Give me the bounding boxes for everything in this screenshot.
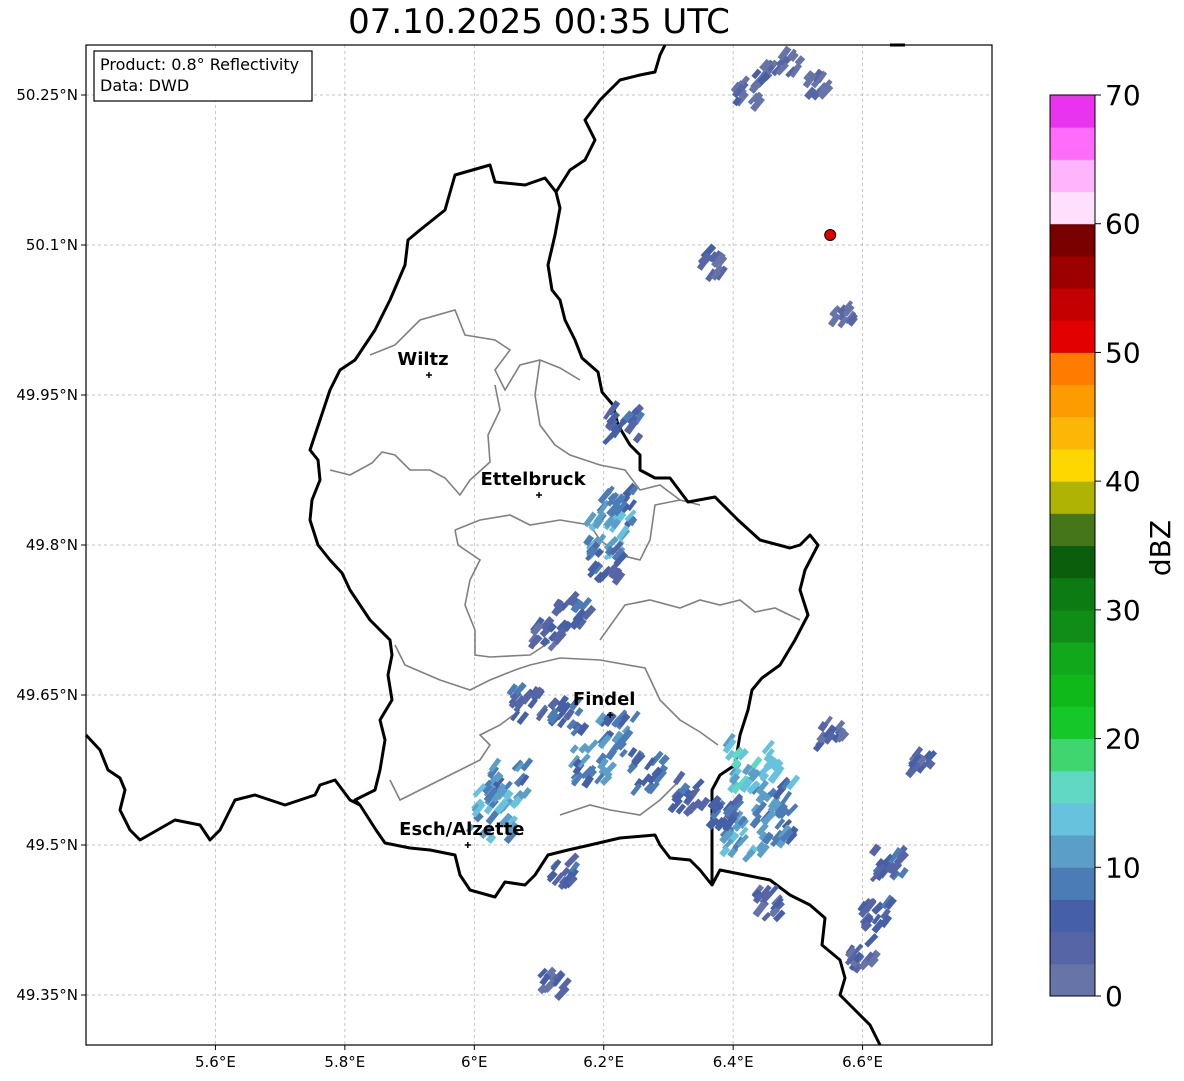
lon-tick-label: 6.4°E [713,1053,754,1071]
colorbar-swatch [1050,159,1095,193]
lat-tick-label: 49.5°N [26,836,78,854]
colorbar-tick-label: 60 [1105,208,1141,241]
city-label: Findel [573,689,636,710]
colorbar-swatch [1050,384,1095,418]
colorbar-swatch [1050,738,1095,772]
colorbar-swatch [1050,481,1095,514]
info-box: Product: 0.8° Reflectivity Data: DWD [93,50,313,102]
lon-tick-label: 6.6°E [842,1053,883,1071]
colorbar-tick-label: 30 [1105,594,1141,627]
colorbar-swatch [1050,448,1095,482]
colorbar-tick-label: 50 [1105,336,1141,369]
colorbar-swatch [1050,770,1095,804]
colorbar-tick-label: 20 [1105,723,1141,756]
colorbar-swatch [1050,513,1095,546]
lon-tick-label: 5.6°E [195,1053,236,1071]
lon-tick-label: 5.8°E [324,1053,365,1071]
colorbar-ticks: 0 10 20 30 40 50 60 70 [1095,79,1141,1013]
colorbar-swatch [1050,127,1095,160]
city-label: Esch/Alzette [399,819,524,840]
city-label: Wiltz [397,349,448,370]
lat-tick-label: 49.8°N [26,536,78,554]
colorbar-swatch [1050,899,1095,933]
radar-map-figure: WiltzEttelbruckFindelEsch/Alzette 5.6°E 5… [16,43,1177,1071]
lat-tick-label: 49.65°N [16,686,78,704]
info-product: Product: 0.8° Reflectivity [100,55,299,74]
colorbar-swatch [1050,288,1095,321]
colorbar-swatch [1050,674,1095,707]
colorbar-swatch [1050,609,1095,643]
lon-tick-label: 6°E [461,1053,488,1071]
colorbar-swatch [1050,95,1095,128]
colorbar-swatches [1050,95,1095,997]
colorbar-swatch [1050,416,1095,450]
colorbar-swatch [1050,577,1095,611]
colorbar-swatch [1050,963,1095,997]
colorbar-swatch [1050,706,1095,740]
colorbar-tick-label: 10 [1105,851,1141,884]
radar-site-marker [824,229,837,241]
colorbar-label: dBZ [1144,520,1177,576]
colorbar-tick-label: 0 [1105,980,1123,1013]
lat-tick-label: 50.1°N [26,236,78,254]
colorbar-tick-label: 70 [1105,79,1141,112]
colorbar: 0 10 20 30 40 50 60 70 dBZ [1049,79,1177,1013]
colorbar-swatch [1050,835,1095,868]
colorbar-swatch [1050,802,1095,836]
lat-tick-label: 49.95°N [16,386,78,404]
colorbar-tick-label: 40 [1105,465,1141,498]
lon-tick-label: 6.2°E [583,1053,624,1071]
colorbar-swatch [1050,223,1095,257]
colorbar-swatch [1050,867,1095,900]
lat-tick-label: 49.35°N [16,986,78,1004]
lat-tick-label: 50.25°N [16,86,78,104]
colorbar-swatch [1050,191,1095,225]
latitude-axis: 49.35°N 49.5°N 49.65°N 49.8°N 49.95°N 50.1°N 5… [16,86,86,1004]
colorbar-swatch [1050,931,1095,965]
colorbar-swatch [1050,642,1095,675]
city-label: Ettelbruck [480,469,586,490]
colorbar-swatch [1050,352,1095,386]
colorbar-swatch [1050,320,1095,353]
colorbar-swatch [1050,545,1095,579]
longitude-axis: 5.6°E 5.8°E 6°E 6.2°E 6.4°E 6.6°E [195,1045,883,1071]
colorbar-swatch [1050,255,1095,289]
info-source: Data: DWD [100,76,189,95]
